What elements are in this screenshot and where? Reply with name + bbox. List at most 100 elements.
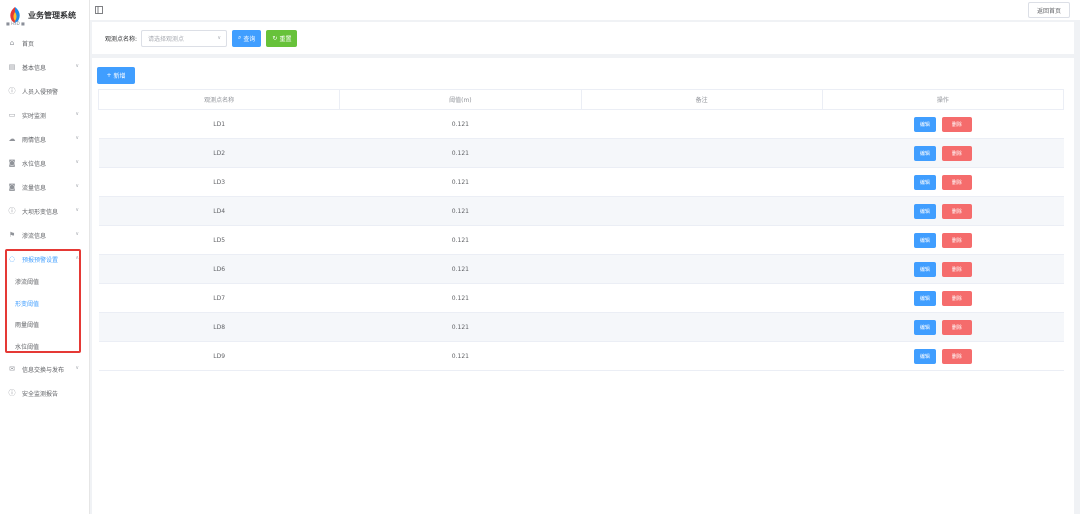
cell-threshold: 0.121 bbox=[339, 196, 581, 226]
cell-remark bbox=[581, 283, 823, 313]
edit-button[interactable]: 编辑 bbox=[913, 145, 936, 161]
add-button[interactable]: + 新增 bbox=[97, 67, 135, 84]
table-body: LD1 0.121 编辑 删除 LD2 0.121 编辑 删除 LD3 0.121 编辑 删除 LD4 0… bbox=[98, 109, 1064, 371]
sidebar-item[interactable]: ✉ 信息交换与发布 ∨ bbox=[0, 357, 89, 381]
sidebar-item-label: 渗流信息 bbox=[22, 232, 47, 240]
sidebar-subitem[interactable]: 形变阈值 bbox=[0, 293, 89, 315]
info-circle-icon: ⓘ bbox=[8, 207, 16, 215]
search-panel: 观测点名称: 请选择观测点 ∨ ⌕ 查询 ↻ 重置 bbox=[92, 22, 1074, 54]
cell-actions: 编辑 删除 bbox=[822, 312, 1064, 342]
flag-icon: ⚑ bbox=[8, 231, 16, 239]
chevron-down-icon: ∨ bbox=[75, 365, 79, 371]
table-row: LD3 0.121 编辑 删除 bbox=[98, 167, 1064, 197]
sidebar-item-label: 预报预警设置 bbox=[22, 256, 59, 264]
app-title: 业务管理系统 bbox=[28, 10, 76, 20]
delete-button[interactable]: 删除 bbox=[941, 319, 972, 335]
delete-button[interactable]: 删除 bbox=[941, 174, 972, 190]
edit-button[interactable]: 编辑 bbox=[913, 116, 936, 132]
cell-name: LD4 bbox=[98, 196, 340, 226]
edit-button[interactable]: 编辑 bbox=[913, 290, 936, 306]
cell-name: LD2 bbox=[98, 138, 340, 168]
observation-point-select[interactable]: 请选择观测点 ∨ bbox=[141, 29, 228, 47]
document-icon: ▤ bbox=[8, 63, 16, 71]
sidebar-item[interactable]: ⓘ 大坝形变信息 ∨ bbox=[0, 199, 89, 223]
chevron-down-icon: ∨ bbox=[75, 135, 79, 141]
delete-button[interactable]: 删除 bbox=[941, 232, 972, 248]
logo-subtext: ■ HSD ■ bbox=[6, 21, 25, 26]
sidebar-menu: ⌂ 首页 ▤ 基本信息 ∨ ⓘ 人员入侵预警 ▭ 实时监测 ∨ ☁ 雨情信息 ∨ ◙ 水位信息 ∨ ◙ 流量信息 ∨… bbox=[0, 31, 89, 405]
cell-remark bbox=[581, 138, 823, 168]
delete-button[interactable]: 删除 bbox=[941, 348, 972, 364]
info-circle-icon: ⓘ bbox=[8, 87, 16, 95]
edit-button[interactable]: 编辑 bbox=[913, 319, 936, 335]
select-placeholder: 请选择观测点 bbox=[148, 35, 185, 43]
collapse-menu-icon[interactable] bbox=[95, 6, 103, 14]
sidebar-item-label: 首页 bbox=[22, 40, 35, 48]
cell-name: LD5 bbox=[98, 225, 340, 255]
sidebar-item-label: 大坝形变信息 bbox=[22, 208, 59, 216]
cell-remark bbox=[581, 167, 823, 197]
sidebar-item-label: 水位信息 bbox=[22, 160, 47, 168]
cell-name: LD7 bbox=[98, 283, 340, 313]
sidebar-item[interactable]: ☁ 雨情信息 ∨ bbox=[0, 127, 89, 151]
table-row: LD4 0.121 编辑 删除 bbox=[98, 196, 1064, 226]
cell-name: LD8 bbox=[98, 312, 340, 342]
cell-threshold: 0.121 bbox=[339, 138, 581, 168]
delete-button[interactable]: 删除 bbox=[941, 290, 972, 306]
back-home-button[interactable]: 返回首页 bbox=[1027, 2, 1070, 18]
table-row: LD8 0.121 编辑 删除 bbox=[98, 312, 1064, 342]
cell-actions: 编辑 删除 bbox=[822, 109, 1064, 139]
edit-button[interactable]: 编辑 bbox=[913, 203, 936, 219]
sidebar-item-label: 安全监测报告 bbox=[22, 390, 59, 398]
chevron-down-icon: ∨ bbox=[75, 159, 79, 165]
table-row: LD5 0.121 编辑 删除 bbox=[98, 225, 1064, 255]
edit-button[interactable]: 编辑 bbox=[913, 232, 936, 248]
cell-actions: 编辑 删除 bbox=[822, 138, 1064, 168]
cell-actions: 编辑 删除 bbox=[822, 283, 1064, 313]
gauge-icon: ◙ bbox=[8, 159, 16, 167]
cell-remark bbox=[581, 109, 823, 139]
edit-button[interactable]: 编辑 bbox=[913, 261, 936, 277]
cell-actions: 编辑 删除 bbox=[822, 225, 1064, 255]
plus-icon: + bbox=[106, 72, 112, 79]
delete-button[interactable]: 删除 bbox=[941, 203, 972, 219]
monitor-icon: ▭ bbox=[8, 111, 16, 119]
sidebar-subitem[interactable]: 水位阈值 bbox=[0, 336, 89, 358]
sidebar-item[interactable]: ⓘ 安全监测报告 bbox=[0, 381, 89, 405]
table-row: LD2 0.121 编辑 删除 bbox=[98, 138, 1064, 168]
cell-actions: 编辑 删除 bbox=[822, 196, 1064, 226]
search-label: 观测点名称: bbox=[105, 35, 138, 43]
sidebar-item[interactable]: ⚑ 渗流信息 ∨ bbox=[0, 223, 89, 247]
reset-button[interactable]: ↻ 重置 bbox=[266, 29, 298, 47]
cell-remark bbox=[581, 225, 823, 255]
home-icon: ⌂ bbox=[9, 39, 15, 47]
sidebar-item[interactable]: ⌂ 首页 bbox=[0, 31, 89, 55]
query-button[interactable]: ⌕ 查询 bbox=[232, 29, 262, 47]
mail-icon: ✉ bbox=[9, 365, 15, 373]
delete-button[interactable]: 删除 bbox=[941, 145, 972, 161]
sidebar-item[interactable]: ⓘ 人员入侵预警 bbox=[0, 79, 89, 103]
cell-threshold: 0.121 bbox=[339, 312, 581, 342]
column-header: 阈值(m) bbox=[339, 89, 581, 110]
chevron-down-icon: ∨ bbox=[75, 183, 79, 189]
table-row: LD9 0.121 编辑 删除 bbox=[98, 341, 1064, 371]
edit-button[interactable]: 编辑 bbox=[913, 348, 936, 364]
delete-button[interactable]: 删除 bbox=[941, 261, 972, 277]
sidebar-item[interactable]: ◙ 水位信息 ∨ bbox=[0, 151, 89, 175]
cell-threshold: 0.121 bbox=[339, 283, 581, 313]
delete-button[interactable]: 删除 bbox=[941, 116, 972, 132]
cell-threshold: 0.121 bbox=[339, 254, 581, 284]
chevron-down-icon: ∨ bbox=[75, 207, 79, 213]
cloud-icon: ☁ bbox=[8, 135, 16, 143]
edit-button[interactable]: 编辑 bbox=[913, 174, 936, 190]
table-row: LD7 0.121 编辑 删除 bbox=[98, 283, 1064, 313]
sidebar-item[interactable]: ▭ 实时监测 ∨ bbox=[0, 103, 89, 127]
sidebar-item[interactable]: ◌ 预报预警设置 ∧ bbox=[0, 247, 89, 271]
sidebar-item[interactable]: ◙ 流量信息 ∨ bbox=[0, 175, 89, 199]
cell-actions: 编辑 删除 bbox=[822, 167, 1064, 197]
sidebar-subitem[interactable]: 雨量阈值 bbox=[0, 314, 89, 336]
cell-remark bbox=[581, 312, 823, 342]
sidebar-subitem[interactable]: 渗流阈值 bbox=[0, 271, 89, 293]
sidebar-item[interactable]: ▤ 基本信息 ∨ bbox=[0, 55, 89, 79]
search-icon: ⌕ bbox=[238, 34, 242, 41]
